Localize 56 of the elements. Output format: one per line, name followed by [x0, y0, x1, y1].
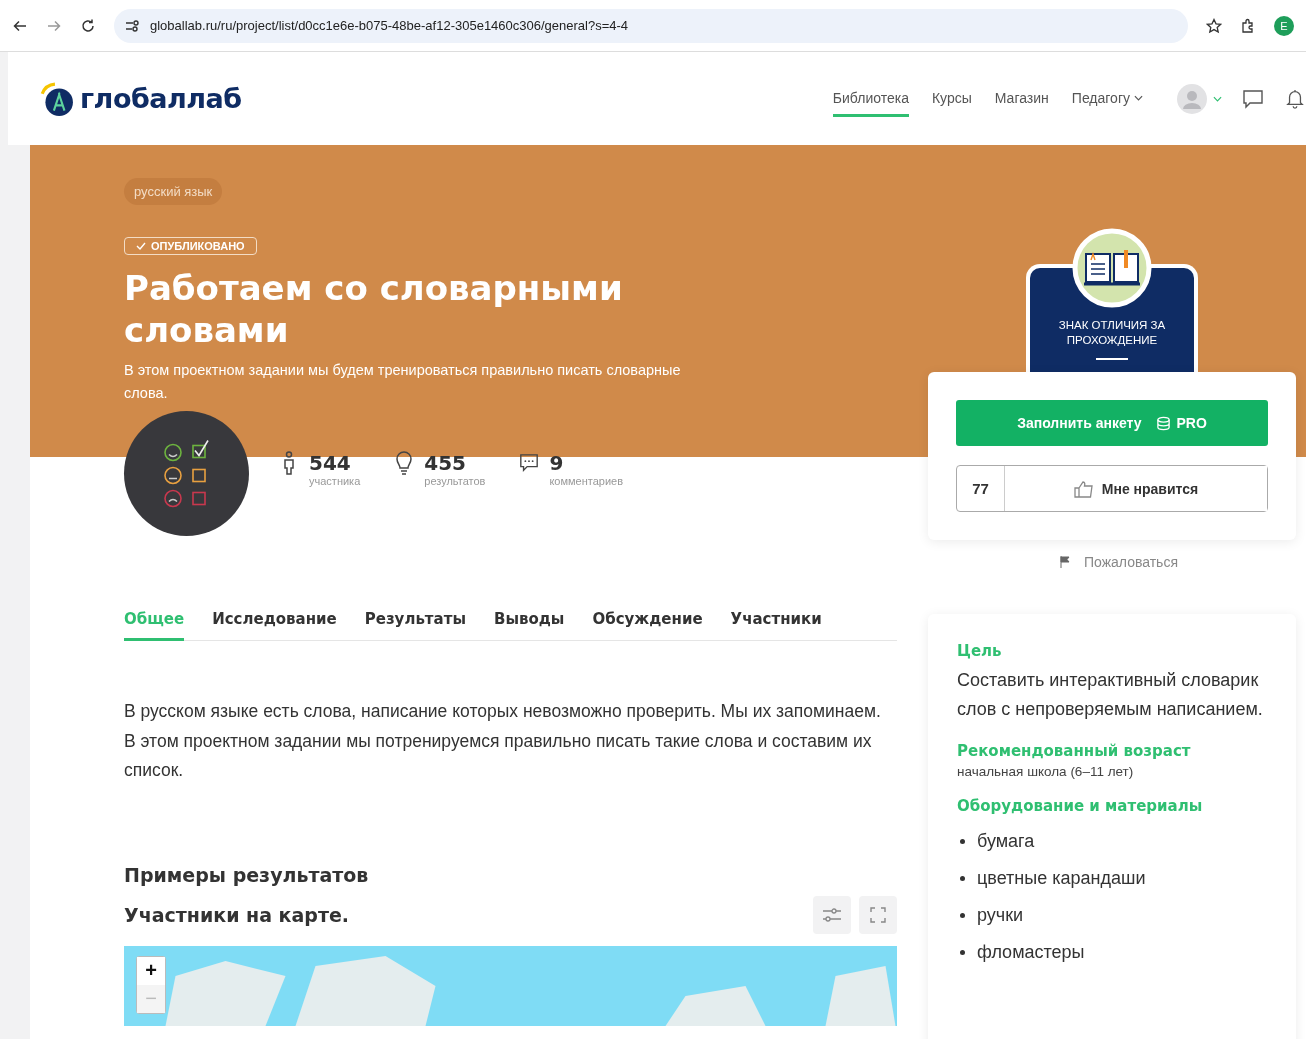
- bell-icon[interactable]: [1284, 88, 1306, 109]
- map-title: Участники на карте.: [124, 903, 350, 926]
- extensions-icon[interactable]: [1240, 17, 1256, 34]
- intro-paragraph: В русском языке есть слова, написание которых невозможно проверить. Мы их запоминаем. В этом проектном задании мы потренируемся правильно писать такие слова и составим их список.: [124, 700, 882, 782]
- nav-link[interactable]: Магазин: [994, 80, 1049, 117]
- bullet-icon: [960, 876, 965, 881]
- nav-link[interactable]: Курсы: [931, 80, 972, 117]
- nav-link[interactable]: Библиотека: [832, 80, 909, 117]
- tab[interactable]: Участники: [730, 610, 822, 641]
- like-control[interactable]: 77 Мне нравится: [956, 465, 1268, 512]
- flag-icon: [1060, 556, 1070, 568]
- tab[interactable]: Результаты: [364, 610, 466, 641]
- info-heading: Цель: [957, 642, 1003, 660]
- stat-label: комментариев: [549, 474, 624, 487]
- stat-label: результатов: [424, 474, 486, 487]
- chat-icon[interactable]: [1242, 88, 1264, 109]
- section-heading: Примеры результатов: [124, 863, 370, 886]
- tab[interactable]: Выводы: [493, 610, 565, 641]
- nav-link[interactable]: Педагогу: [1071, 80, 1143, 117]
- address-bar[interactable]: globallab.ru/ru/project/list/d0cc1e6e-b075-48be-af12-305e1460c306/general?s=4-4: [114, 8, 1188, 43]
- logo-text[interactable]: глобаллаб: [80, 83, 242, 114]
- compass-logo-icon[interactable]: [38, 80, 74, 117]
- coins-icon: [1155, 415, 1171, 431]
- info-text: Составить интерактивный словарик слов с непроверяемым написанием.: [957, 669, 1264, 721]
- info-text: начальная школа (6–11 лет): [957, 764, 1135, 779]
- badge-label: ЗНАК ОТЛИЧИЯ ЗА ПРОХОЖДЕНИЕ: [1057, 318, 1167, 348]
- reload-icon[interactable]: [80, 17, 96, 34]
- material-item: ручки: [977, 905, 1024, 926]
- material-item: фломастеры: [977, 942, 1085, 963]
- caret-icon: [1134, 95, 1143, 101]
- material-item: бумага: [977, 831, 1035, 852]
- lightbulb-icon: [394, 450, 415, 475]
- thumbs-up-icon: [1073, 479, 1094, 498]
- checkmark-icon: [136, 242, 146, 250]
- stat-value: 9: [549, 450, 565, 475]
- stat-label: участника: [309, 474, 361, 487]
- tab[interactable]: Исследование: [212, 610, 337, 641]
- project-description: В этом проектном задании мы будем тренироваться правильно писать словарные слова.: [124, 361, 682, 403]
- site-settings-icon[interactable]: [124, 17, 140, 34]
- project-title: Работаем со словарными словами: [124, 267, 624, 351]
- tab[interactable]: Обсуждение: [592, 610, 703, 641]
- bullet-icon: [960, 839, 965, 844]
- stat-value: 455: [424, 450, 468, 475]
- report-link[interactable]: Пожаловаться: [1060, 554, 1178, 570]
- star-icon[interactable]: [1206, 17, 1222, 34]
- fullscreen-button[interactable]: [859, 895, 897, 934]
- fullscreen-icon: [868, 906, 888, 923]
- filter-button[interactable]: [813, 895, 851, 934]
- sliders-icon: [822, 906, 842, 923]
- info-heading: Оборудование и материалы: [957, 797, 1204, 815]
- stat-value: 544: [309, 450, 352, 475]
- bullet-icon: [960, 913, 965, 918]
- material-item: цветные карандаши: [977, 868, 1146, 889]
- bullet-icon: [960, 950, 965, 955]
- status-label: ОПУБЛИКОВАНО: [151, 240, 245, 252]
- info-heading: Рекомендованный возраст: [957, 742, 1192, 760]
